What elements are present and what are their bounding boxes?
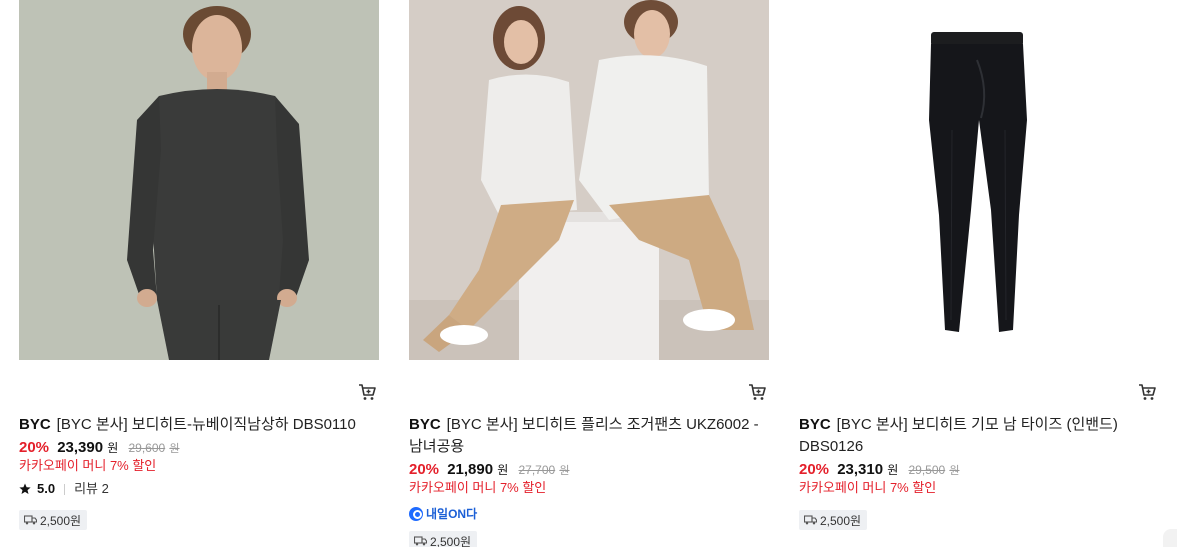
brand-name: BYC — [799, 416, 831, 433]
price-row: 20% 21,890 원 27,700 원 — [409, 460, 569, 481]
product-card[interactable]: BYC [BYC 본사] 보디히트 플리스 조거팬츠 UKZ6002 - 남녀공용… — [409, 0, 769, 547]
cart-icon — [1139, 384, 1156, 400]
sale-price-unit: 원 — [497, 463, 509, 477]
sale-price-unit: 원 — [107, 441, 119, 455]
original-price-unit: 원 — [949, 465, 960, 477]
add-to-cart-button[interactable] — [1137, 382, 1157, 402]
product-grid: BYC [BYC 본사] 보디히트-뉴베이직남상하 DBS0110 20% 23,… — [0, 0, 1177, 547]
shipping-fee-badge: 2,500원 — [799, 510, 868, 530]
sale-price: 23,390 — [57, 439, 104, 456]
product-title[interactable]: BYC [BYC 본사] 보디히트 기모 남 타이즈 (인밴드) DBS0126 — [799, 414, 1154, 458]
truck-icon — [414, 536, 427, 546]
tomorrow-delivery-label: 내일ON다 — [426, 507, 478, 521]
review-count[interactable]: 리뷰 2 — [74, 480, 109, 498]
original-price-unit: 원 — [169, 443, 180, 455]
discount-rate: 20% — [799, 461, 830, 478]
shipping-fee-badge: 2,500원 — [19, 510, 88, 530]
tomorrow-delivery-icon — [409, 506, 423, 521]
promo-text: 카카오페이 머니 7% 할인 — [19, 458, 157, 473]
truck-icon — [24, 515, 37, 525]
product-card[interactable]: BYC [BYC 본사] 보디히트 기모 남 타이즈 (인밴드) DBS0126 … — [799, 0, 1159, 530]
price-row: 20% 23,390 원 29,600 원 — [19, 438, 179, 459]
scroll-indicator[interactable] — [1163, 529, 1177, 547]
discount-rate: 20% — [19, 439, 50, 456]
sale-price: 23,310 — [837, 461, 884, 478]
original-price: 29,600 — [128, 441, 166, 455]
rating-score: 5.0 — [37, 481, 56, 496]
product-name: [BYC 본사] 보디히트 플리스 조거팬츠 UKZ6002 - 남녀공용 — [409, 416, 759, 455]
original-price-unit: 원 — [559, 465, 570, 477]
shipping-fee-badge: 2,500원 — [409, 531, 478, 547]
brand-name: BYC — [19, 416, 51, 433]
shipping-fee: 2,500원 — [820, 513, 862, 528]
sale-price: 21,890 — [447, 461, 494, 478]
promo-text: 카카오페이 머니 7% 할인 — [799, 480, 937, 495]
cart-icon — [359, 384, 376, 400]
divider — [64, 483, 66, 495]
shipping-fee: 2,500원 — [40, 513, 82, 528]
product-image[interactable] — [19, 0, 379, 360]
sale-price-unit: 원 — [887, 463, 899, 477]
tomorrow-delivery-badge: 내일ON다 — [409, 505, 477, 522]
product-title[interactable]: BYC [BYC 본사] 보디히트-뉴베이직남상하 DBS0110 — [19, 414, 374, 436]
shipping-fee: 2,500원 — [430, 534, 472, 547]
product-name: [BYC 본사] 보디히트-뉴베이직남상하 DBS0110 — [56, 416, 356, 433]
promo-text: 카카오페이 머니 7% 할인 — [409, 480, 547, 495]
brand-name: BYC — [409, 416, 441, 433]
rating-row: 5.0 리뷰 2 — [19, 480, 109, 498]
truck-icon — [804, 515, 817, 525]
original-price: 29,500 — [908, 463, 946, 477]
product-name: [BYC 본사] 보디히트 기모 남 타이즈 (인밴드) DBS0126 — [799, 416, 1118, 455]
product-title[interactable]: BYC [BYC 본사] 보디히트 플리스 조거팬츠 UKZ6002 - 남녀공용 — [409, 414, 764, 458]
discount-rate: 20% — [409, 461, 440, 478]
original-price: 27,700 — [518, 463, 556, 477]
cart-icon — [749, 384, 766, 400]
price-row: 20% 23,310 원 29,500 원 — [799, 460, 959, 481]
product-image[interactable] — [799, 0, 1159, 360]
product-card[interactable]: BYC [BYC 본사] 보디히트-뉴베이직남상하 DBS0110 20% 23,… — [19, 0, 379, 530]
product-image[interactable] — [409, 0, 769, 360]
add-to-cart-button[interactable] — [357, 382, 377, 402]
star-icon — [19, 483, 31, 494]
add-to-cart-button[interactable] — [747, 382, 767, 402]
